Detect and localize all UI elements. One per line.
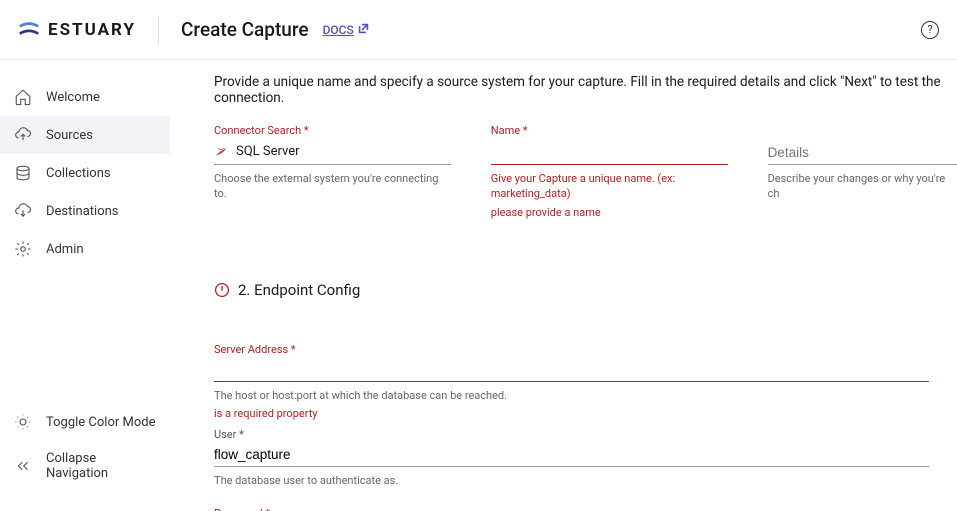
name-error: please provide a name [491,206,728,219]
instruction-text: Provide a unique name and specify a sour… [214,74,957,106]
sidebar-item-welcome[interactable]: Welcome [0,78,170,116]
sidebar: Welcome Sources Collections Destinations… [0,60,170,511]
sidebar-item-label: Welcome [46,90,100,105]
chevron-double-left-icon [14,457,32,475]
database-icon [14,164,32,182]
server-address-field: Server Address * The host or host:port a… [214,343,929,420]
details-input[interactable] [768,141,957,165]
server-address-hint: The host or host:port at which the datab… [214,388,929,403]
sidebar-item-sources[interactable]: Sources [0,116,170,154]
cloud-upload-icon [14,126,32,144]
page-title: Create Capture [181,18,309,41]
sun-icon [14,413,32,431]
sidebar-item-label: Sources [46,128,93,143]
connector-field: Connector Search * SQL Server Choose the… [214,124,451,219]
password-label: Password * [214,507,929,511]
name-hint: Give your Capture a unique name. (ex: ma… [491,171,728,202]
brand-logo[interactable]: ESTUARY [18,19,136,41]
server-address-error: is a required property [214,407,929,420]
section-title: 2. Endpoint Config [238,281,360,299]
connector-hint: Choose the external system you're connec… [214,171,451,202]
toggle-color-label: Toggle Color Mode [46,415,156,430]
docs-link[interactable]: DOCS [323,23,369,37]
server-address-label: Server Address * [214,343,929,356]
name-input[interactable] [491,141,728,165]
home-icon [14,88,32,106]
sidebar-item-label: Admin [46,242,84,257]
sidebar-item-label: Collections [46,166,111,181]
name-field: Name * Give your Capture a unique name. … [491,124,728,219]
server-address-input[interactable] [214,358,929,382]
section-endpoint-config: 2. Endpoint Config [214,281,957,299]
docs-label: DOCS [323,23,354,37]
brand-mark-icon [18,19,40,41]
topbar: ESTUARY Create Capture DOCS ? [0,0,957,60]
sql-server-icon [214,145,228,159]
toggle-color-mode[interactable]: Toggle Color Mode [0,403,170,441]
sidebar-item-destinations[interactable]: Destinations [0,192,170,230]
connector-value: SQL Server [236,144,300,159]
gear-icon [14,240,32,258]
brand-name: ESTUARY [48,20,136,40]
user-hint: The database user to authenticate as. [214,473,929,488]
connector-search-input[interactable]: SQL Server [214,141,451,165]
external-link-icon [358,23,369,37]
sidebar-item-admin[interactable]: Admin [0,230,170,268]
sidebar-item-label: Destinations [46,204,119,219]
details-label [768,124,957,137]
user-input[interactable] [214,443,929,467]
user-field: User * The database user to authenticate… [214,428,929,488]
user-label: User * [214,428,929,441]
collapse-navigation[interactable]: Collapse Navigation [0,441,170,491]
divider [158,16,159,44]
collapse-nav-label: Collapse Navigation [46,451,156,481]
name-label: Name * [491,124,728,137]
connector-label: Connector Search * [214,124,451,137]
sidebar-item-collections[interactable]: Collections [0,154,170,192]
main-content: Provide a unique name and specify a sour… [170,60,957,511]
warning-icon [214,282,230,298]
password-field: Password * Password for the specified da… [214,507,929,511]
help-icon[interactable]: ? [921,21,939,39]
details-field: Describe your changes or why you're ch [768,124,957,219]
details-hint: Describe your changes or why you're ch [768,171,957,202]
cloud-download-icon [14,202,32,220]
